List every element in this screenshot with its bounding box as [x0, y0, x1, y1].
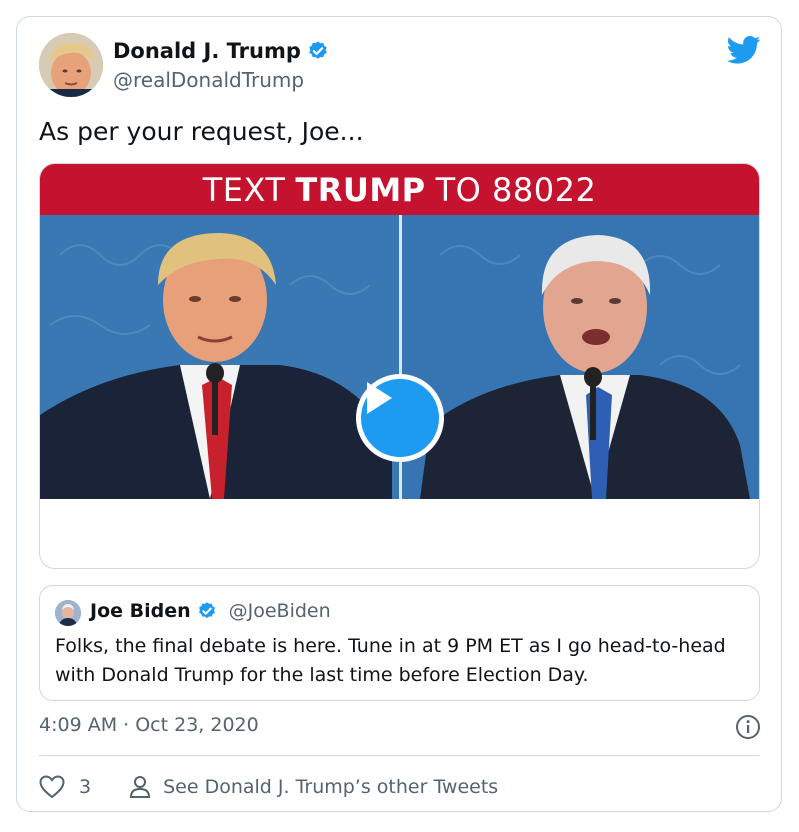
quoted-author-handle: @JoeBiden [228, 600, 331, 622]
play-icon [367, 382, 392, 414]
banner-prefix: TEXT [202, 170, 286, 209]
quoted-tweet[interactable]: Joe Biden @JoeBiden Folks, the final deb… [39, 585, 760, 701]
banner-suffix: TO 88022 [435, 170, 597, 209]
like-count: 3 [79, 776, 92, 798]
author-avatar[interactable] [39, 33, 103, 97]
quoted-tweet-text: Folks, the final debate is here. Tune in… [55, 635, 726, 686]
tweet-card: Donald J. Trump @realDonaldTrump As per … [16, 16, 782, 812]
play-button[interactable] [356, 374, 444, 462]
heart-icon [39, 775, 65, 799]
video-media[interactable]: TEXT TRUMP TO 88022 [39, 163, 760, 569]
see-other-tweets-link[interactable]: See Donald J. Trump’s other Tweets [129, 775, 498, 799]
author-name[interactable]: Donald J. Trump [113, 39, 329, 63]
info-icon[interactable] [735, 714, 761, 740]
verified-badge-icon [309, 41, 327, 59]
tweet-text: As per your request, Joe... [39, 117, 364, 146]
video-banner: TEXT TRUMP TO 88022 [40, 164, 759, 215]
video-frame[interactable] [40, 215, 759, 499]
see-other-tweets-label: See Donald J. Trump’s other Tweets [163, 776, 499, 798]
person-icon [130, 776, 151, 798]
author-handle[interactable]: @realDonaldTrump [113, 68, 304, 92]
tweet-timestamp[interactable]: 4:09 AM · Oct 23, 2020 [39, 714, 259, 736]
divider [39, 755, 760, 756]
twitter-bird-icon[interactable] [727, 35, 761, 65]
banner-bold: TRUMP [295, 170, 426, 209]
quoted-author-avatar [55, 600, 81, 626]
verified-badge-icon [198, 602, 215, 619]
like-button[interactable]: 3 [39, 775, 91, 799]
quoted-author-line: Joe Biden @JoeBiden [90, 600, 331, 622]
tweet-actions: 3 See Donald J. Trump’s other Tweets [39, 769, 498, 805]
author-name-text: Donald J. Trump [113, 39, 301, 63]
quoted-author-name: Joe Biden [90, 600, 191, 622]
